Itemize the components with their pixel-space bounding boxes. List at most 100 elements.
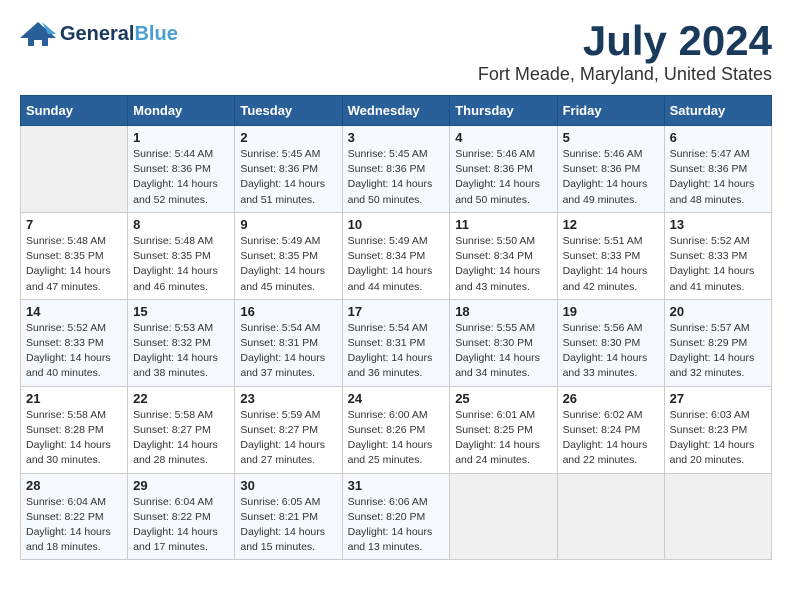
day-cell: 31 Sunrise: 6:06 AMSunset: 8:20 PMDayligh… xyxy=(342,473,450,560)
day-cell xyxy=(664,473,771,560)
header-cell-friday: Friday xyxy=(557,96,664,126)
day-info: Sunrise: 5:53 AMSunset: 8:32 PMDaylight:… xyxy=(133,321,229,382)
header-cell-saturday: Saturday xyxy=(664,96,771,126)
day-info: Sunrise: 5:45 AMSunset: 8:36 PMDaylight:… xyxy=(240,147,336,208)
logo-icon xyxy=(20,20,56,48)
day-cell: 2 Sunrise: 5:45 AMSunset: 8:36 PMDaylight… xyxy=(235,126,342,213)
day-info: Sunrise: 5:56 AMSunset: 8:30 PMDaylight:… xyxy=(563,321,659,382)
week-row-1: 1Sunrise: 5:44 AMSunset: 8:36 PMDaylight… xyxy=(21,126,772,213)
day-cell: 30 Sunrise: 6:05 AMSunset: 8:21 PMDayligh… xyxy=(235,473,342,560)
title-block: July 2024 Fort Meade, Maryland, United S… xyxy=(478,20,772,85)
calendar-table: SundayMondayTuesdayWednesdayThursdayFrid… xyxy=(20,95,772,560)
day-number: 29 xyxy=(133,478,229,493)
day-number: 16 xyxy=(240,304,336,319)
day-cell: 17Sunrise: 5:54 AMSunset: 8:31 PMDayligh… xyxy=(342,299,450,386)
day-number: 4 xyxy=(455,130,551,145)
day-info: Sunrise: 6:05 AMSunset: 8:21 PMDaylight:… xyxy=(240,495,336,556)
day-number: 21 xyxy=(26,391,122,406)
day-number: 26 xyxy=(563,391,659,406)
day-info: Sunrise: 5:59 AMSunset: 8:27 PMDaylight:… xyxy=(240,408,336,469)
header-cell-monday: Monday xyxy=(128,96,235,126)
header-cell-wednesday: Wednesday xyxy=(342,96,450,126)
header-cell-thursday: Thursday xyxy=(450,96,557,126)
header-row: SundayMondayTuesdayWednesdayThursdayFrid… xyxy=(21,96,772,126)
day-number: 31 xyxy=(348,478,445,493)
day-number: 1 xyxy=(133,130,229,145)
day-cell: 23 Sunrise: 5:59 AMSunset: 8:27 PMDayligh… xyxy=(235,386,342,473)
day-cell: 7 Sunrise: 5:48 AMSunset: 8:35 PMDaylight… xyxy=(21,212,128,299)
day-number: 8 xyxy=(133,217,229,232)
day-cell: 12 Sunrise: 5:51 AMSunset: 8:33 PMDayligh… xyxy=(557,212,664,299)
day-number: 17 xyxy=(348,304,445,319)
day-info: Sunrise: 5:54 AMSunset: 8:31 PMDaylight:… xyxy=(240,321,336,382)
day-info: Sunrise: 5:46 AMSunset: 8:36 PMDaylight:… xyxy=(563,147,659,208)
day-info: Sunrise: 5:49 AMSunset: 8:34 PMDaylight:… xyxy=(348,234,445,295)
day-cell: 5 Sunrise: 5:46 AMSunset: 8:36 PMDaylight… xyxy=(557,126,664,213)
day-info: Sunrise: 6:04 AMSunset: 8:22 PMDaylight:… xyxy=(26,495,122,556)
day-number: 10 xyxy=(348,217,445,232)
day-cell: 4 Sunrise: 5:46 AMSunset: 8:36 PMDaylight… xyxy=(450,126,557,213)
day-cell: 24 Sunrise: 6:00 AMSunset: 8:26 PMDayligh… xyxy=(342,386,450,473)
day-info: Sunrise: 5:51 AMSunset: 8:33 PMDaylight:… xyxy=(563,234,659,295)
page-header: GeneralBlue July 2024 Fort Meade, Maryla… xyxy=(20,20,772,85)
week-row-5: 28 Sunrise: 6:04 AMSunset: 8:22 PMDayligh… xyxy=(21,473,772,560)
day-number: 20 xyxy=(670,304,766,319)
day-cell: 15 Sunrise: 5:53 AMSunset: 8:32 PMDayligh… xyxy=(128,299,235,386)
day-info: Sunrise: 5:52 AMSunset: 8:33 PMDaylight:… xyxy=(670,234,766,295)
day-info: Sunrise: 6:02 AMSunset: 8:24 PMDaylight:… xyxy=(563,408,659,469)
day-number: 19 xyxy=(563,304,659,319)
day-info: Sunrise: 5:48 AMSunset: 8:35 PMDaylight:… xyxy=(26,234,122,295)
day-number: 2 xyxy=(240,130,336,145)
calendar-header: SundayMondayTuesdayWednesdayThursdayFrid… xyxy=(21,96,772,126)
calendar-subtitle: Fort Meade, Maryland, United States xyxy=(478,64,772,85)
day-cell: 6 Sunrise: 5:47 AMSunset: 8:36 PMDaylight… xyxy=(664,126,771,213)
day-info: Sunrise: 5:50 AMSunset: 8:34 PMDaylight:… xyxy=(455,234,551,295)
day-info: Sunrise: 6:00 AMSunset: 8:26 PMDaylight:… xyxy=(348,408,445,469)
day-number: 30 xyxy=(240,478,336,493)
day-info: Sunrise: 6:03 AMSunset: 8:23 PMDaylight:… xyxy=(670,408,766,469)
day-cell: 13Sunrise: 5:52 AMSunset: 8:33 PMDayligh… xyxy=(664,212,771,299)
day-number: 28 xyxy=(26,478,122,493)
day-number: 22 xyxy=(133,391,229,406)
day-info: Sunrise: 5:45 AMSunset: 8:36 PMDaylight:… xyxy=(348,147,445,208)
day-info: Sunrise: 5:47 AMSunset: 8:36 PMDaylight:… xyxy=(670,147,766,208)
day-number: 5 xyxy=(563,130,659,145)
day-cell: 26 Sunrise: 6:02 AMSunset: 8:24 PMDayligh… xyxy=(557,386,664,473)
day-number: 12 xyxy=(563,217,659,232)
day-cell: 19 Sunrise: 5:56 AMSunset: 8:30 PMDayligh… xyxy=(557,299,664,386)
day-info: Sunrise: 6:01 AMSunset: 8:25 PMDaylight:… xyxy=(455,408,551,469)
day-number: 15 xyxy=(133,304,229,319)
day-info: Sunrise: 5:57 AMSunset: 8:29 PMDaylight:… xyxy=(670,321,766,382)
day-cell: 18 Sunrise: 5:55 AMSunset: 8:30 PMDayligh… xyxy=(450,299,557,386)
logo: GeneralBlue xyxy=(20,20,178,48)
day-info: Sunrise: 6:06 AMSunset: 8:20 PMDaylight:… xyxy=(348,495,445,556)
day-info: Sunrise: 5:46 AMSunset: 8:36 PMDaylight:… xyxy=(455,147,551,208)
day-info: Sunrise: 5:48 AMSunset: 8:35 PMDaylight:… xyxy=(133,234,229,295)
day-cell xyxy=(21,126,128,213)
day-cell: 1Sunrise: 5:44 AMSunset: 8:36 PMDaylight… xyxy=(128,126,235,213)
day-info: Sunrise: 5:49 AMSunset: 8:35 PMDaylight:… xyxy=(240,234,336,295)
day-cell: 10 Sunrise: 5:49 AMSunset: 8:34 PMDayligh… xyxy=(342,212,450,299)
day-cell: 29Sunrise: 6:04 AMSunset: 8:22 PMDayligh… xyxy=(128,473,235,560)
header-cell-sunday: Sunday xyxy=(21,96,128,126)
day-cell: 9Sunrise: 5:49 AMSunset: 8:35 PMDaylight… xyxy=(235,212,342,299)
header-cell-tuesday: Tuesday xyxy=(235,96,342,126)
day-cell: 28 Sunrise: 6:04 AMSunset: 8:22 PMDayligh… xyxy=(21,473,128,560)
week-row-2: 7 Sunrise: 5:48 AMSunset: 8:35 PMDaylight… xyxy=(21,212,772,299)
day-number: 25 xyxy=(455,391,551,406)
day-number: 3 xyxy=(348,130,445,145)
day-cell xyxy=(450,473,557,560)
calendar-title: July 2024 xyxy=(478,20,772,62)
day-number: 6 xyxy=(670,130,766,145)
day-cell: 20 Sunrise: 5:57 AMSunset: 8:29 PMDayligh… xyxy=(664,299,771,386)
day-cell: 3 Sunrise: 5:45 AMSunset: 8:36 PMDaylight… xyxy=(342,126,450,213)
day-number: 7 xyxy=(26,217,122,232)
day-number: 18 xyxy=(455,304,551,319)
day-cell: 14Sunrise: 5:52 AMSunset: 8:33 PMDayligh… xyxy=(21,299,128,386)
calendar-body: 1Sunrise: 5:44 AMSunset: 8:36 PMDaylight… xyxy=(21,126,772,560)
day-number: 14 xyxy=(26,304,122,319)
day-cell: 11Sunrise: 5:50 AMSunset: 8:34 PMDayligh… xyxy=(450,212,557,299)
day-number: 24 xyxy=(348,391,445,406)
day-number: 23 xyxy=(240,391,336,406)
day-info: Sunrise: 5:55 AMSunset: 8:30 PMDaylight:… xyxy=(455,321,551,382)
